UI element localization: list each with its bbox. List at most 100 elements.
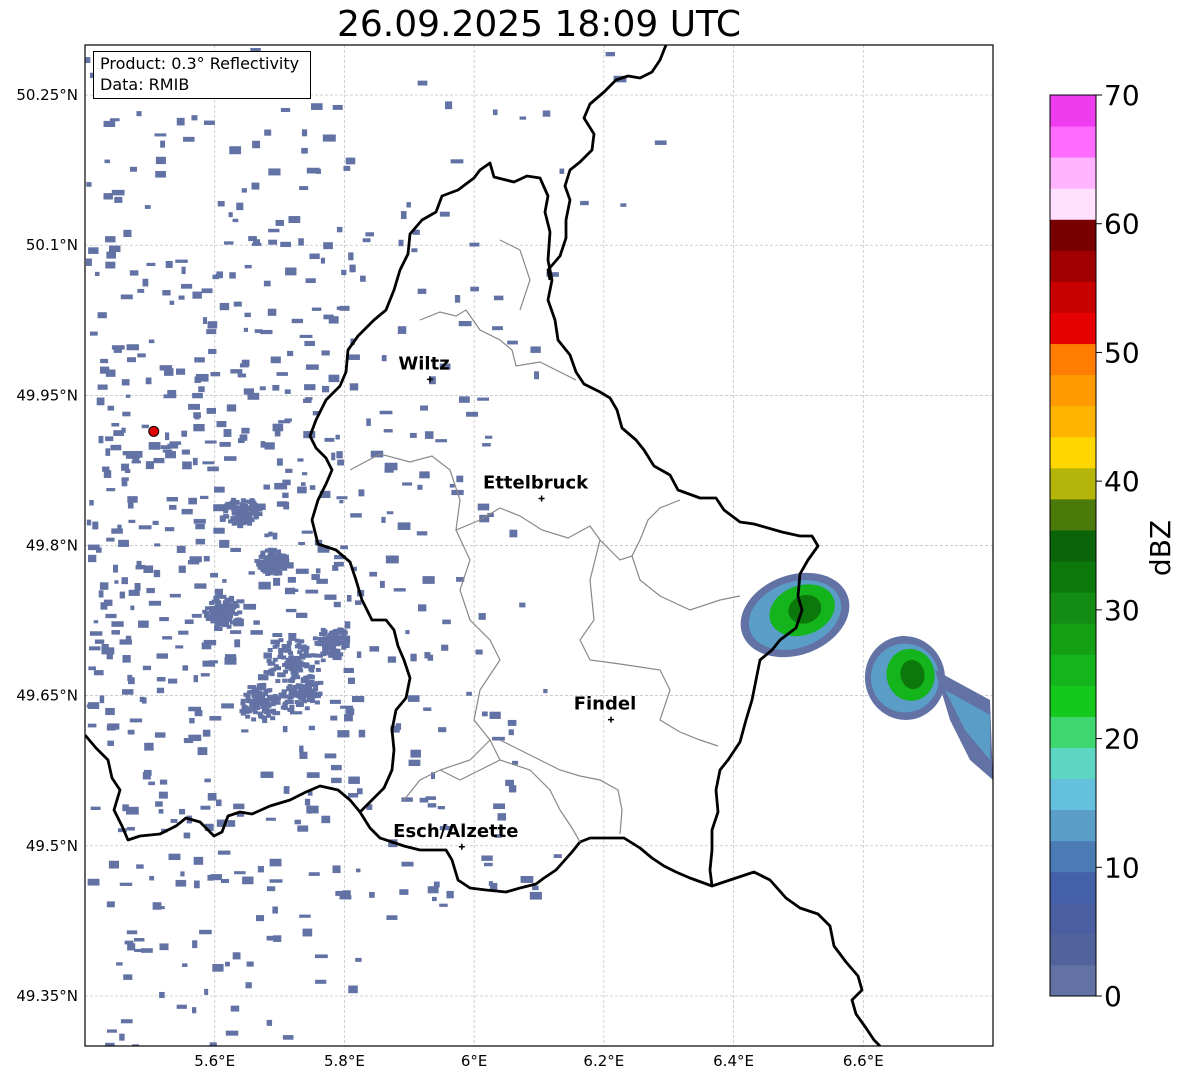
echo-pixel xyxy=(285,608,297,613)
echo-pixel xyxy=(296,684,302,689)
echo-pixel xyxy=(306,805,319,814)
echo-pixel xyxy=(580,200,589,206)
echo-pixel xyxy=(231,604,237,609)
echo-pixel xyxy=(103,120,116,127)
echo-pixel xyxy=(224,514,230,519)
echo-pixel xyxy=(323,648,329,653)
echo-pixel xyxy=(252,710,258,715)
echo-pixel xyxy=(282,1035,294,1040)
echo-pixel xyxy=(221,607,227,612)
echo-pixel xyxy=(234,500,240,505)
echo-pixel xyxy=(519,602,526,608)
echo-pixel xyxy=(94,271,100,277)
echo-pixel xyxy=(328,374,340,383)
colorbar-segment xyxy=(1050,126,1096,158)
echo-pixel xyxy=(270,661,276,666)
colorbar-segment xyxy=(1050,219,1096,251)
echo-pixel xyxy=(231,510,237,515)
echo-pixel xyxy=(181,449,190,455)
echo-pixel xyxy=(338,630,344,635)
echo-pixel xyxy=(105,707,115,716)
echo-pixel xyxy=(492,109,498,116)
echo-pixel xyxy=(329,699,341,704)
echo-pixel xyxy=(124,469,131,474)
echo-pixel xyxy=(187,560,200,565)
echo-pixel xyxy=(314,660,320,665)
echo-pixel xyxy=(89,331,98,336)
echo-pixel xyxy=(507,340,518,345)
echo-pixel xyxy=(229,146,242,155)
echo-pixel xyxy=(202,461,215,465)
data-source-label: Data: RMIB xyxy=(100,75,190,94)
echo-pixel xyxy=(267,547,273,552)
echo-pixel xyxy=(194,880,200,889)
echo-pixel xyxy=(416,531,428,536)
echo-pixel xyxy=(137,288,145,293)
echo-pixel xyxy=(159,779,168,785)
echo-pixel xyxy=(314,641,320,646)
echo-pixel xyxy=(306,653,312,658)
echo-pixel xyxy=(273,577,281,586)
echo-pixel xyxy=(148,600,162,606)
echo-pixel xyxy=(165,451,176,459)
echo-pixel xyxy=(219,302,230,311)
echo-pixel xyxy=(369,571,378,577)
echo-pixel xyxy=(418,604,427,612)
echo-pixel xyxy=(251,717,257,722)
echo-pixel xyxy=(282,678,288,683)
echo-pixel xyxy=(263,710,269,715)
echo-pixel xyxy=(248,690,254,695)
echo-pixel xyxy=(283,501,290,510)
echo-pixel xyxy=(320,658,326,663)
echo-pixel xyxy=(321,815,331,824)
echo-pixel xyxy=(175,368,186,375)
echo-pixel xyxy=(258,713,264,718)
echo-pixel xyxy=(331,777,342,784)
echo-pixel xyxy=(155,801,163,807)
echo-pixel xyxy=(331,647,337,652)
echo-pixel xyxy=(158,791,168,799)
echo-pixel xyxy=(113,564,119,573)
echo-pixel xyxy=(253,620,260,625)
echo-pixel xyxy=(438,727,447,733)
echo-pixel xyxy=(520,875,534,883)
echo-pixel xyxy=(341,269,347,276)
echo-pixel xyxy=(309,253,320,260)
echo-pixel xyxy=(409,432,417,438)
echo-pixel xyxy=(355,957,362,962)
echo-pixel xyxy=(335,434,340,440)
echo-pixel xyxy=(219,539,230,548)
echo-pixel xyxy=(348,985,358,994)
echo-pixel xyxy=(302,684,308,689)
echo-pixel xyxy=(125,394,131,398)
echo-pixel xyxy=(431,896,437,902)
echo-pixel xyxy=(182,665,189,671)
echo-pixel xyxy=(282,479,291,486)
echo-pixel xyxy=(298,702,304,707)
echo-pixel xyxy=(85,57,91,64)
echo-pixel xyxy=(194,357,205,363)
echo-pixel xyxy=(437,806,445,810)
echo-pixel xyxy=(127,496,138,503)
echo-pixel xyxy=(492,736,505,741)
echo-pixel xyxy=(484,862,493,867)
echo-pixel xyxy=(295,568,309,574)
echo-pixel xyxy=(248,571,255,575)
echo-pixel xyxy=(156,653,168,659)
echo-pixel xyxy=(89,646,101,651)
echo-pixel xyxy=(306,772,320,778)
echo-pixel xyxy=(478,613,486,620)
echo-pixel xyxy=(241,509,247,514)
echo-pixel xyxy=(605,51,615,57)
colorbar-tick-label: 20 xyxy=(1104,723,1140,756)
echo-pixel xyxy=(284,389,291,394)
echo-pixel xyxy=(145,377,152,385)
echo-pixel xyxy=(296,612,308,618)
echo-pixel xyxy=(262,569,268,574)
echo-pixel xyxy=(181,508,193,515)
echo-pixel xyxy=(128,519,136,523)
echo-pixel xyxy=(470,286,479,292)
colorbar-tick-label: 30 xyxy=(1104,594,1140,627)
colorbar-segment xyxy=(1050,964,1096,997)
echo-pixel xyxy=(379,410,393,415)
